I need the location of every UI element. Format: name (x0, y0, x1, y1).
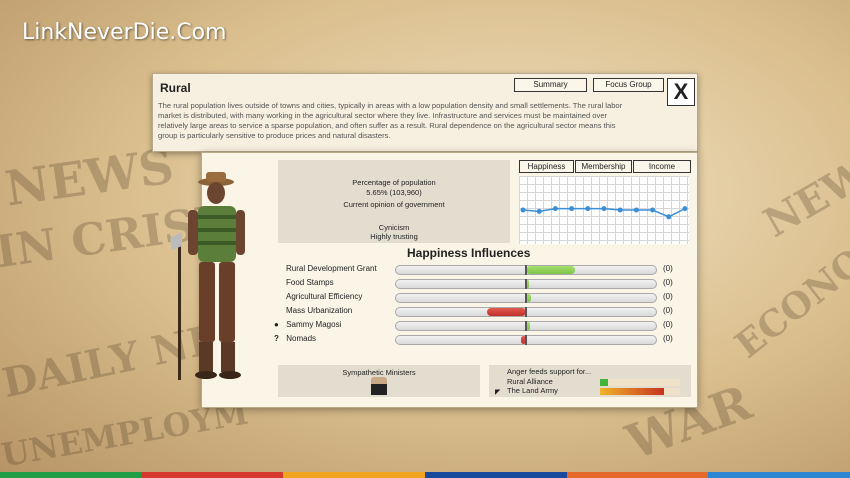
influence-bar (395, 279, 657, 289)
anger-party-label: The Land Army (507, 386, 558, 395)
percentage-label: Percentage of population (352, 178, 436, 187)
question-icon: ? (274, 334, 279, 343)
anger-party-label: Rural Alliance (507, 377, 553, 386)
influence-value: (0) (663, 292, 673, 301)
left-leg (199, 262, 215, 342)
person-icon: ● (274, 320, 279, 329)
happiness-tab[interactable]: Happiness (519, 160, 574, 173)
cynicism-value: Highly trusting (370, 232, 418, 241)
stripe-segment (566, 472, 709, 478)
anger-bar-fill (600, 388, 664, 395)
graph-tabs: Happiness Membership Income (519, 160, 692, 173)
head (207, 182, 225, 204)
right-leg (219, 262, 235, 342)
stripe-segment (141, 472, 284, 478)
cynicism-label: Cynicism (378, 223, 410, 232)
influence-bar (395, 307, 657, 317)
happiness-point (536, 208, 542, 214)
influence-bar-fill (487, 308, 526, 316)
stripe-segment (0, 472, 142, 478)
membership-tab[interactable]: Membership (575, 160, 632, 173)
main-panel: Percentage of population 5.65% (103,960)… (201, 152, 698, 408)
stripe-segment (708, 472, 850, 478)
group-description: The rural population lives outside of to… (158, 101, 623, 140)
income-tab[interactable]: Income (633, 160, 691, 173)
watermark: LinkNeverDie.Com (22, 20, 227, 45)
left-arm (188, 210, 198, 255)
right-arm (236, 210, 245, 255)
happiness-point (617, 207, 623, 213)
hat-crown (206, 172, 226, 182)
happiness-point (585, 206, 591, 212)
stripe-segment (283, 472, 426, 478)
minister-portrait[interactable] (371, 377, 387, 395)
influence-label: Food Stamps (286, 278, 334, 287)
influence-label: ? Nomads (274, 334, 317, 343)
sympathetic-ministers-box: Sympathetic Ministers (278, 365, 480, 397)
influences-title: Happiness Influences (407, 246, 531, 260)
group-header-panel: Rural The rural population lives outside… (152, 73, 698, 152)
influence-label: Rural Development Grant (286, 264, 377, 273)
group-title: Rural (160, 81, 191, 95)
happiness-point (666, 214, 672, 220)
influence-value: (0) (663, 278, 673, 287)
happiness-point (552, 206, 558, 212)
influence-label: Agricultural Efficiency (286, 292, 363, 301)
influence-bar (395, 265, 657, 275)
rural-character-illustration (170, 172, 245, 380)
ministers-title: Sympathetic Ministers (342, 368, 416, 377)
stripe-segment (425, 472, 567, 478)
influence-value: (0) (663, 264, 673, 273)
history-graph-svg (520, 206, 688, 220)
influence-label: Mass Urbanization (286, 306, 353, 315)
influence-value: (0) (663, 306, 673, 315)
anger-title: Anger feeds support for... (507, 367, 592, 376)
hoe-handle (178, 240, 181, 380)
influence-label: ● Sammy Magosi (274, 320, 342, 329)
opinion-label: Current opinion of government (343, 200, 445, 209)
happiness-point (601, 206, 607, 212)
anger-box: Anger feeds support for... Rural Allianc… (489, 365, 691, 397)
stats-box: Percentage of population 5.65% (103,960)… (278, 160, 510, 243)
influence-value: (0) (663, 320, 673, 329)
anger-bar-fill (600, 379, 608, 386)
right-foot (219, 371, 241, 379)
influence-bar (395, 335, 657, 345)
happiness-point (520, 207, 526, 213)
close-button[interactable]: X (667, 78, 695, 106)
anger-bar (600, 388, 680, 395)
influence-bar (395, 321, 657, 331)
flag-icon: ◤ (495, 389, 501, 396)
left-foot (195, 371, 217, 379)
happiness-point (569, 206, 575, 212)
influence-bar-fill (526, 266, 576, 274)
summary-tab[interactable]: Summary (514, 78, 587, 92)
focus-group-tab[interactable]: Focus Group (593, 78, 664, 92)
influence-bar (395, 293, 657, 303)
happiness-point (633, 207, 639, 213)
color-stripe (0, 472, 850, 478)
percentage-value: 5.65% (103,960) (366, 188, 422, 197)
happiness-point (650, 207, 656, 213)
history-graph (519, 176, 689, 244)
happiness-point (682, 206, 688, 212)
anger-bar (600, 379, 680, 386)
influence-value: (0) (663, 334, 673, 343)
shirt (198, 206, 236, 262)
